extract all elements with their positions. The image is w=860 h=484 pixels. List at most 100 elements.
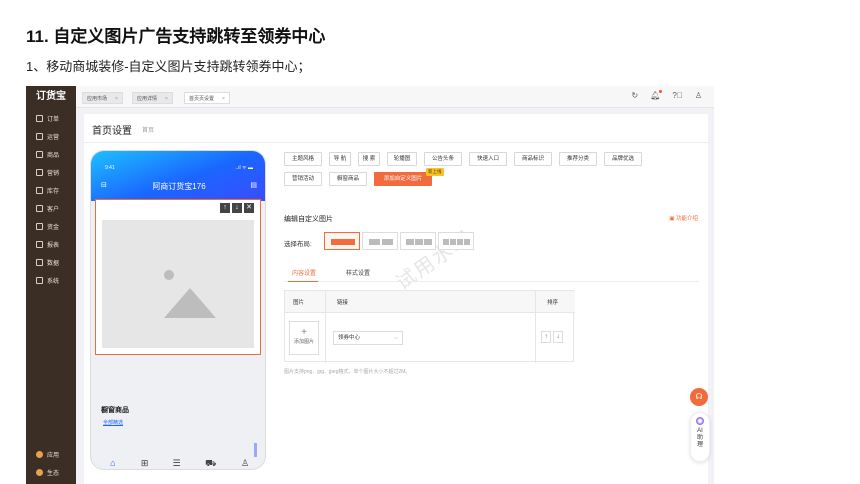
- doc-subtitle: 1、移动商城装修-自定义图片支持跳转领券中心；: [26, 59, 311, 74]
- component-button-0[interactable]: 主题风格: [284, 152, 322, 166]
- tab-home-settings[interactable]: 首页页设置 ×: [184, 92, 230, 104]
- sidebar-item-label: 资金: [47, 225, 60, 231]
- sidebar-item-0[interactable]: 订单: [26, 111, 76, 126]
- component-button-1[interactable]: 导 航: [329, 152, 351, 166]
- nav-glyph-icon: ⊞: [140, 458, 149, 468]
- component-button-3[interactable]: 轮播图: [387, 152, 417, 166]
- headset-icon[interactable]: ☊: [690, 388, 708, 406]
- sidebar-item-ecosystem[interactable]: 生态: [26, 465, 76, 480]
- component-button-r2-0[interactable]: 营销活动: [284, 172, 322, 186]
- status-icons: ..ıl ᯤ ▬: [235, 165, 253, 171]
- phone-preview: 9:41 ..ıl ᯤ ▬ ⊟ 阿商订货宝176 ▤ ↑ ↓ ✕ 橱窗商品 全部…: [90, 150, 266, 470]
- nav-glyph-icon: ⛟: [205, 458, 217, 468]
- tab-content-settings[interactable]: 内容设置: [287, 268, 319, 282]
- col-image: 图片: [293, 300, 305, 306]
- phone-nav-item-2[interactable]: ☰订单: [171, 458, 181, 469]
- breadcrumb: 首页: [142, 128, 155, 134]
- plus-icon: +: [301, 327, 307, 338]
- add-image-button[interactable]: + 添加图片: [289, 321, 319, 355]
- custom-image-module[interactable]: ↑ ↓ ✕: [95, 199, 261, 355]
- message-icon[interactable]: ▤: [250, 181, 257, 189]
- tab-app-market[interactable]: 应用市场 ×: [82, 92, 123, 104]
- ai-assistant-button[interactable]: AI 助 理: [690, 412, 710, 462]
- add-custom-image-button[interactable]: 添加自定义图片: [374, 172, 432, 186]
- phone-nav-item-0[interactable]: ⌂首页: [108, 459, 118, 469]
- component-button-r2-1[interactable]: 橱窗商品: [329, 172, 367, 186]
- component-button-5[interactable]: 快速入口: [469, 152, 507, 166]
- sidebar-item-label: 系统: [47, 279, 60, 285]
- info-icon: ▣: [669, 216, 676, 222]
- scrollbar[interactable]: [254, 443, 257, 457]
- sidebar-item-5[interactable]: 客户: [26, 201, 76, 216]
- feature-intro-link[interactable]: ▣ 功能介绍: [669, 214, 698, 222]
- link-select[interactable]: 领券中心 ⌵: [333, 331, 403, 345]
- phone-nav-item-4[interactable]: ♙我的: [240, 458, 250, 469]
- component-button-2[interactable]: 搜 索: [358, 152, 380, 166]
- user-icon[interactable]: ♙: [695, 91, 702, 100]
- sort-down-button[interactable]: ↓: [553, 331, 563, 343]
- component-button-7[interactable]: 推荐分类: [559, 152, 597, 166]
- sidebar-item-label: 运营: [47, 135, 60, 141]
- delete-icon[interactable]: ✕: [244, 203, 254, 213]
- layout-option-1[interactable]: [324, 232, 360, 250]
- sidebar-item-label: 数据: [47, 261, 60, 267]
- editor-title: 编辑自定义图片: [284, 216, 333, 223]
- sidebar-item-label: 客户: [47, 207, 60, 213]
- editor-tabs: 内容设置 样式设置: [284, 266, 699, 282]
- logo: 订货宝: [36, 91, 66, 102]
- sidebar-item-2[interactable]: 商品: [26, 147, 76, 162]
- sidebar-item-1[interactable]: 运营: [26, 129, 76, 144]
- sidebar-item-7[interactable]: 报表: [26, 237, 76, 252]
- nav-glyph-icon: ♙: [241, 458, 250, 468]
- status-time: 9:41: [105, 165, 115, 171]
- upload-hint: 图片支持png、jpg、jpeg格式，单个图片大小不超过2M。: [284, 369, 411, 375]
- system-icon: [36, 277, 43, 284]
- close-icon[interactable]: ×: [165, 96, 168, 102]
- close-icon[interactable]: ×: [222, 96, 225, 102]
- goods-icon: [36, 151, 43, 158]
- col-link: 链接: [337, 300, 349, 306]
- sidebar-item-8[interactable]: 数据: [26, 255, 76, 270]
- doc-title: 11. 自定义图片广告支持跳转至领券中心: [26, 27, 326, 46]
- sidebar-item-3[interactable]: 营销: [26, 165, 76, 180]
- help-icon[interactable]: ?⃝: [672, 91, 682, 100]
- refresh-icon[interactable]: ↻: [632, 91, 639, 100]
- divider: [84, 142, 708, 143]
- sort-up-button[interactable]: ↑: [541, 331, 551, 343]
- sidebar-item-apps[interactable]: 应用: [26, 447, 76, 462]
- new-badge: 新上线: [426, 168, 444, 176]
- sidebar-item-label: 订单: [47, 117, 60, 123]
- screenshot-frame: 订货宝 订单运营商品营销库存客户资金报表数据系统 应用 生态 应用市场 × 应用详…: [26, 86, 714, 484]
- tab-app-detail[interactable]: 应用详情 ×: [132, 92, 173, 104]
- phone-bottom-nav: ⌂首页 ⊞分类 ☰订单 ⛟购物车 ♙我的: [91, 458, 265, 469]
- tab-bar: 应用市场 × 应用详情 × 首页页设置 × ↻ 🔔︎ ?⃝ ♙: [76, 86, 714, 108]
- window-goods-link[interactable]: 全部精选: [103, 419, 123, 426]
- phone-nav-item-1[interactable]: ⊞分类: [140, 458, 150, 469]
- sidebar-item-4[interactable]: 库存: [26, 183, 76, 198]
- ai-orb-icon: [696, 417, 704, 425]
- ecosystem-icon: [36, 469, 43, 476]
- layout-option-2[interactable]: [362, 232, 398, 250]
- chevron-down-icon: ⌵: [393, 335, 398, 341]
- sidebar-item-label: 报表: [47, 243, 60, 249]
- sidebar-item-9[interactable]: 系统: [26, 273, 76, 288]
- image-placeholder: [102, 220, 254, 348]
- nav-glyph-icon: ☰: [172, 458, 181, 468]
- warehouse-icon: [36, 187, 43, 194]
- table-header: 图片 链接 排序: [285, 291, 575, 313]
- component-button-6[interactable]: 商品标识: [514, 152, 552, 166]
- bell-icon[interactable]: 🔔︎: [650, 90, 663, 100]
- layout-option-3[interactable]: [400, 232, 436, 250]
- close-icon[interactable]: ×: [115, 96, 118, 102]
- sidebar-item-label: 库存: [47, 189, 60, 195]
- phone-header: 9:41 ..ıl ᯤ ▬ ⊟ 阿商订货宝176 ▤: [91, 151, 265, 201]
- move-down-icon[interactable]: ↓: [232, 203, 242, 213]
- tab-style-settings[interactable]: 样式设置: [346, 268, 370, 277]
- layout-option-4[interactable]: [438, 232, 474, 250]
- move-up-icon[interactable]: ↑: [220, 203, 230, 213]
- sidebar-item-6[interactable]: 资金: [26, 219, 76, 234]
- component-button-4[interactable]: 公告头条: [424, 152, 462, 166]
- component-button-8[interactable]: 品牌优选: [604, 152, 642, 166]
- sidebar-item-label: 生态: [47, 471, 60, 477]
- phone-nav-item-3[interactable]: ⛟购物车: [203, 458, 218, 469]
